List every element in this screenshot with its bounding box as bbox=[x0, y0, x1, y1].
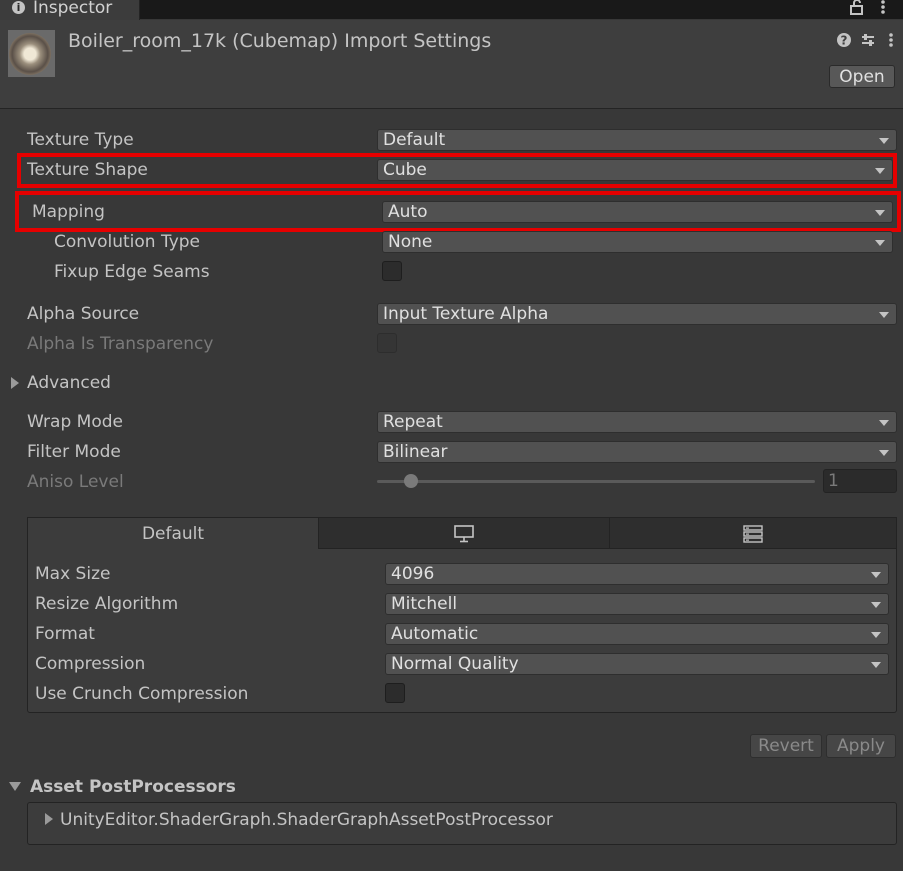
use-crunch-label: Use Crunch Compression bbox=[35, 684, 249, 704]
texture-type-label: Texture Type bbox=[27, 130, 134, 150]
texture-type-value: Default bbox=[383, 130, 446, 150]
dropdown-arrow-icon bbox=[871, 572, 881, 578]
asset-title: Boiler_room_17k (Cubemap) Import Setting… bbox=[68, 30, 492, 52]
header-menu-icon[interactable] bbox=[887, 32, 895, 52]
compression-value: Normal Quality bbox=[391, 654, 519, 674]
convolution-type-label: Convolution Type bbox=[54, 232, 201, 252]
postprocessor-item[interactable]: UnityEditor.ShaderGraph.ShaderGraphAsset… bbox=[60, 810, 553, 830]
fixup-edge-seams-label: Fixup Edge Seams bbox=[54, 262, 210, 282]
format-dropdown[interactable]: Automatic bbox=[385, 623, 889, 645]
resize-algorithm-label: Resize Algorithm bbox=[35, 594, 179, 614]
compression-dropdown[interactable]: Normal Quality bbox=[385, 653, 889, 675]
advanced-foldout[interactable]: Advanced bbox=[27, 373, 111, 393]
cubemap-preview-image bbox=[9, 33, 51, 75]
filter-mode-value: Bilinear bbox=[383, 442, 448, 462]
wrap-mode-value: Repeat bbox=[383, 412, 443, 432]
foldout-arrow-icon[interactable] bbox=[45, 813, 53, 825]
wrap-mode-label: Wrap Mode bbox=[27, 412, 123, 432]
alpha-source-value: Input Texture Alpha bbox=[383, 304, 549, 324]
convolution-type-dropdown[interactable]: None bbox=[382, 231, 893, 253]
dropdown-arrow-icon bbox=[879, 312, 889, 318]
dropdown-arrow-icon bbox=[879, 138, 889, 144]
aniso-level-field[interactable]: 1 bbox=[823, 469, 897, 493]
filter-mode-dropdown[interactable]: Bilinear bbox=[377, 441, 897, 463]
platform-tab-default[interactable]: Default bbox=[27, 517, 319, 549]
info-icon: i bbox=[12, 1, 25, 14]
aniso-level-slider-thumb[interactable] bbox=[404, 474, 418, 488]
open-button[interactable]: Open bbox=[829, 65, 895, 88]
monitor-icon bbox=[454, 525, 474, 548]
aniso-level-slider-track[interactable] bbox=[377, 480, 815, 483]
dropdown-arrow-icon bbox=[875, 240, 885, 246]
alpha-is-transparency-checkbox[interactable] bbox=[377, 333, 397, 353]
presets-icon[interactable] bbox=[860, 32, 876, 52]
format-value: Automatic bbox=[391, 624, 479, 644]
compression-label: Compression bbox=[35, 654, 146, 674]
max-size-value: 4096 bbox=[391, 564, 435, 584]
aniso-level-label: Aniso Level bbox=[27, 472, 124, 492]
dropdown-arrow-icon bbox=[879, 450, 889, 456]
resize-algorithm-dropdown[interactable]: Mitchell bbox=[385, 593, 889, 615]
max-size-label: Max Size bbox=[35, 564, 111, 584]
kebab-menu-icon[interactable] bbox=[879, 0, 887, 15]
tab-inspector-label: Inspector bbox=[33, 0, 113, 18]
alpha-source-label: Alpha Source bbox=[27, 304, 140, 324]
foldout-arrow-icon[interactable] bbox=[11, 377, 19, 389]
foldout-expanded-arrow-icon[interactable] bbox=[9, 782, 21, 791]
fixup-edge-seams-checkbox[interactable] bbox=[382, 261, 402, 281]
resize-algorithm-value: Mitchell bbox=[391, 594, 458, 614]
platform-tab-default-label: Default bbox=[141, 524, 205, 544]
dropdown-arrow-icon bbox=[871, 632, 881, 638]
dropdown-arrow-icon bbox=[871, 662, 881, 668]
wrap-mode-dropdown[interactable]: Repeat bbox=[377, 411, 897, 433]
help-icon[interactable]: ? bbox=[836, 32, 852, 52]
platform-tab-server[interactable] bbox=[609, 517, 897, 549]
platform-tab-standalone[interactable] bbox=[318, 517, 610, 549]
alpha-is-transparency-label: Alpha Is Transparency bbox=[27, 334, 214, 354]
tab-inspector[interactable]: i Inspector bbox=[0, 0, 140, 20]
revert-button[interactable]: Revert bbox=[750, 734, 822, 758]
texture-type-dropdown[interactable]: Default bbox=[377, 129, 897, 151]
dropdown-arrow-icon bbox=[879, 420, 889, 426]
format-label: Format bbox=[35, 624, 95, 644]
highlight-box-texture-shape bbox=[17, 153, 897, 188]
server-icon bbox=[743, 525, 763, 548]
filter-mode-label: Filter Mode bbox=[27, 442, 121, 462]
apply-button[interactable]: Apply bbox=[826, 734, 896, 758]
dropdown-arrow-icon bbox=[871, 602, 881, 608]
highlight-box-mapping bbox=[15, 191, 901, 232]
asset-postprocessors-header[interactable]: Asset PostProcessors bbox=[30, 777, 236, 797]
use-crunch-checkbox[interactable] bbox=[385, 683, 405, 703]
alpha-source-dropdown[interactable]: Input Texture Alpha bbox=[377, 303, 897, 325]
svg-text:?: ? bbox=[841, 34, 848, 48]
max-size-dropdown[interactable]: 4096 bbox=[385, 563, 889, 585]
convolution-type-value: None bbox=[388, 232, 433, 252]
lock-icon[interactable] bbox=[850, 0, 864, 15]
